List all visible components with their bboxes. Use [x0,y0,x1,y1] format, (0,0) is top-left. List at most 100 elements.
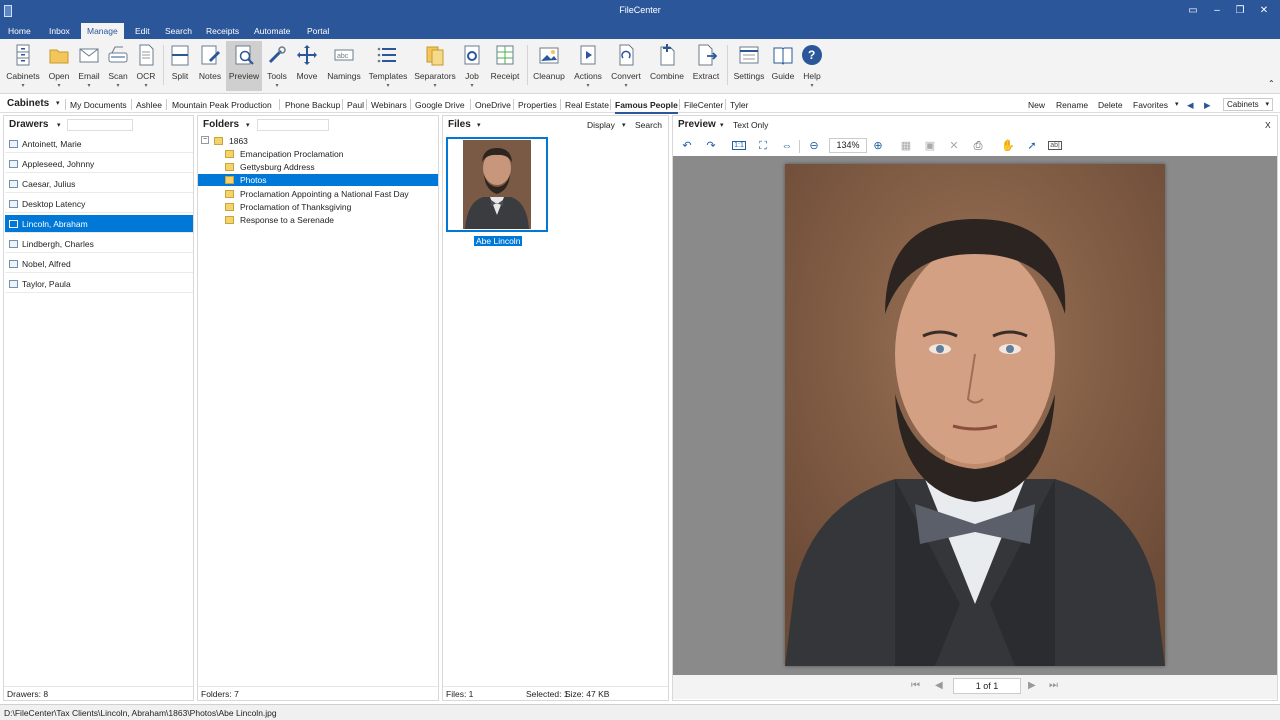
next-cabinet-icon[interactable]: ▶ [1204,100,1211,111]
zoom-in-icon[interactable]: ⊕ [870,138,886,154]
hand-pan-icon[interactable]: ✋ [1000,138,1016,154]
chevron-down-icon[interactable]: ▾ [720,121,724,129]
cabinet-tab[interactable]: Google Drive [415,100,465,110]
drawer-item[interactable]: Desktop Latency [5,195,193,213]
collapse-tree-icon[interactable]: − [201,136,209,144]
rotate-right-icon[interactable]: ↷ [703,138,719,154]
cabinet-tab[interactable]: Real Estate [565,100,609,110]
select-pointer-icon[interactable]: ➚ [1024,138,1040,154]
previous-cabinet-icon[interactable]: ◀ [1187,100,1194,111]
tab-portal[interactable]: Portal [301,23,335,39]
cabinet-tab-active[interactable]: Famous People [615,100,678,114]
actual-size-icon[interactable]: 1:1 [731,138,747,154]
delete-cabinet-button[interactable]: Delete [1098,100,1123,110]
preview-button[interactable]: Preview [226,41,262,91]
cabinets-menu-label[interactable]: Cabinets [7,98,49,109]
cleanup-button[interactable]: Cleanup [531,41,567,91]
templates-button[interactable]: Templates ▾ [369,41,407,91]
print-icon[interactable]: ⎙ [970,138,986,154]
tab-search[interactable]: Search [159,23,198,39]
settings-button[interactable]: Settings [731,41,767,91]
tab-automate[interactable]: Automate [248,23,296,39]
drawer-item[interactable]: Appleseed, Johnny [5,155,193,173]
close-preview-button[interactable]: X [1265,120,1271,130]
cabinet-tab[interactable]: My Documents [70,100,127,110]
fit-page-icon[interactable]: ⛶ [755,138,771,154]
namings-button[interactable]: abc Namings [326,41,362,91]
tab-manage[interactable]: Manage [81,23,124,39]
maximize-icon[interactable]: ❐ [1233,4,1247,18]
fit-width-icon[interactable]: ⇔ [779,138,795,154]
receipt-button[interactable]: Receipt [487,41,523,91]
tab-home[interactable]: Home [2,23,37,39]
save-icon[interactable]: ▣ [922,138,938,154]
tab-inbox[interactable]: Inbox [43,23,76,39]
drawer-item[interactable]: Nobel, Alfred [5,255,193,273]
cabinet-tab[interactable]: OneDrive [475,100,511,110]
actions-button[interactable]: Actions ▾ [570,41,606,91]
tab-edit[interactable]: Edit [129,23,156,39]
chevron-down-icon[interactable]: ▾ [246,121,250,129]
notes-button[interactable]: Notes [192,41,228,91]
drawer-item-selected[interactable]: Lincoln, Abraham [5,215,193,233]
cut-icon[interactable]: ✕ [946,138,962,154]
previous-page-icon[interactable]: ◀ [935,680,943,691]
rename-cabinet-button[interactable]: Rename [1056,100,1088,110]
text-select-icon[interactable]: ab| [1047,138,1063,154]
display-menu[interactable]: Display [587,120,615,130]
folder-item-selected[interactable]: Photos [198,174,438,186]
first-page-icon[interactable]: ⏮ [911,680,920,691]
cabinet-tab[interactable]: Mountain Peak Production [172,100,272,110]
cabinet-tab[interactable]: Ashlee [136,100,162,110]
collapse-ribbon-icon[interactable]: ⌃ [1268,79,1275,88]
drawer-item[interactable]: Taylor, Paula [5,275,193,293]
zoom-level-input[interactable]: 134% [829,138,867,153]
convert-button[interactable]: Convert ▾ [608,41,644,91]
next-page-icon[interactable]: ▶ [1028,680,1036,691]
drawers-filter-input[interactable] [67,119,133,131]
help-button[interactable]: ? Help ▾ [794,41,830,91]
file-thumbnail[interactable] [446,137,548,232]
thumbnails-icon[interactable]: ▦ [898,138,914,154]
folders-filter-input[interactable] [257,119,329,131]
cabinet-tab[interactable]: Webinars [371,100,407,110]
chevron-down-icon[interactable]: ▾ [1175,100,1179,108]
files-search-button[interactable]: Search [635,120,662,130]
tab-receipts[interactable]: Receipts [200,23,245,39]
drawer-item[interactable]: Antoinett, Marie [5,135,193,153]
cabinet-tab[interactable]: Properties [518,100,557,110]
cabinet-tab[interactable]: Tyler [730,100,748,110]
close-window-icon[interactable]: ✕ [1257,4,1271,18]
job-button[interactable]: Job ▾ [454,41,490,91]
drawer-item[interactable]: Caesar, Julius [5,175,193,193]
zoom-out-icon[interactable]: ⊖ [806,138,822,154]
page-number-input[interactable]: 1 of 1 [953,678,1021,694]
preview-viewer[interactable] [673,156,1277,675]
job-gear-icon [464,45,480,65]
restore-layout-icon[interactable]: ▭ [1186,4,1200,18]
separators-button[interactable]: Separators ▾ [414,41,456,91]
minimize-icon[interactable]: – [1210,4,1224,18]
cabinet-tab[interactable]: FileCenter [684,100,723,110]
drawers-count: Drawers: 8 [7,689,49,699]
combine-button[interactable]: Combine [649,41,685,91]
file-name-label[interactable]: Abe Lincoln [474,236,523,246]
ocr-button[interactable]: OCR ▾ [128,41,164,91]
cabinet-tab[interactable]: Paul [347,100,364,110]
folders-footer: Folders: 7 [198,686,438,700]
last-page-icon[interactable]: ⏭ [1049,680,1058,691]
chevron-down-icon[interactable]: ▾ [57,121,61,129]
text-only-toggle[interactable]: Text Only [733,120,768,130]
extract-button[interactable]: Extract [688,41,724,91]
cabinets-selector[interactable]: Cabinets ▾ [1223,98,1273,111]
rotate-left-icon[interactable]: ↶ [679,138,695,154]
move-button[interactable]: Move [289,41,325,91]
drawer-item[interactable]: Lindbergh, Charles [5,235,193,253]
chevron-down-icon[interactable]: ▾ [622,121,626,129]
chevron-down-icon[interactable]: ▾ [477,121,481,129]
cabinet-tab[interactable]: Phone Backup [285,100,340,110]
chevron-down-icon[interactable]: ▾ [56,99,60,107]
favorites-button[interactable]: Favorites [1133,100,1168,110]
cabinets-button[interactable]: Cabinets ▾ [5,41,41,91]
new-cabinet-button[interactable]: New [1028,100,1045,110]
